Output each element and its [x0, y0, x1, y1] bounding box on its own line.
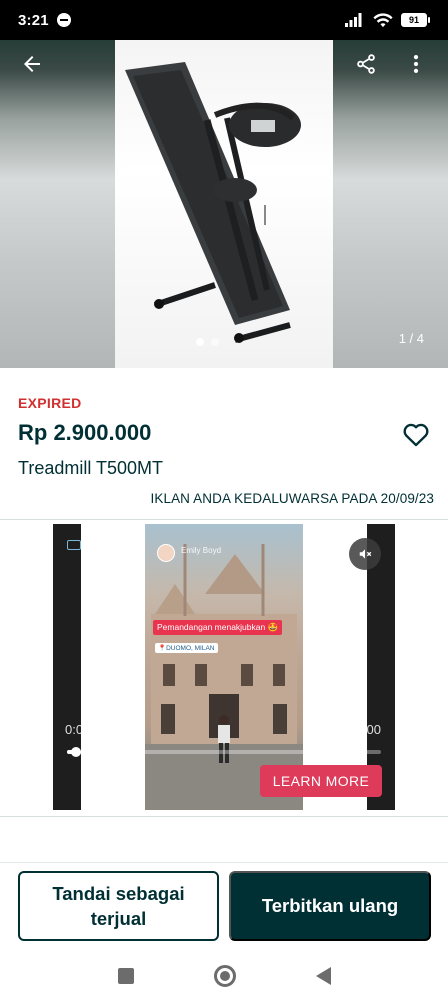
product-image-carousel[interactable]: 1 / 4	[0, 0, 448, 368]
bottom-action-bar: Tandai sebagai terjual Terbitkan ulang	[0, 862, 448, 952]
status-time: 3:21	[18, 11, 49, 29]
ad-caption: Pemandangan menakjubkan 🤩	[153, 620, 283, 635]
image-counter: 1 / 4	[398, 331, 424, 346]
product-photo	[115, 40, 333, 368]
carousel-dots	[196, 338, 219, 346]
avatar	[157, 544, 175, 562]
listing-info: EXPIRED Rp 2.900.000 Treadmill T500MT IK…	[0, 368, 448, 520]
listing-title: Treadmill T500MT	[18, 458, 164, 478]
more-vertical-icon[interactable]	[398, 46, 434, 82]
ad-account-name: Emily Boyd	[181, 546, 222, 555]
status-badge: EXPIRED	[18, 395, 82, 411]
system-nav-bar	[0, 952, 448, 1000]
carousel-dot[interactable]	[196, 338, 204, 346]
status-bar: 3:21 91	[0, 0, 448, 40]
heart-icon[interactable]	[398, 416, 434, 452]
signal-icon	[345, 13, 362, 27]
share-icon[interactable]	[348, 46, 384, 82]
treadmill-illustration	[125, 62, 301, 343]
video-current-time: 0:03	[65, 722, 91, 737]
video-progress-bar[interactable]	[67, 750, 381, 754]
mute-icon[interactable]	[349, 538, 381, 570]
carousel-dot[interactable]	[211, 338, 219, 346]
back-arrow-icon[interactable]	[14, 46, 50, 82]
ad-info-icon[interactable]	[67, 540, 81, 550]
home-icon[interactable]	[213, 965, 236, 987]
video-duration: 2:00	[355, 722, 381, 737]
ad-video[interactable]: Emily Boyd Pemandangan menakjubkan 🤩 📍DU…	[53, 524, 395, 810]
ad-location-tag: 📍DUOMO, MILAN	[155, 643, 218, 653]
divider	[0, 816, 448, 817]
listing-price: Rp 2.900.000	[18, 420, 152, 445]
divider	[0, 519, 448, 520]
screen: 1 / 4 3:21 91 EXPIRED Rp 2.900.000 Tread…	[0, 0, 448, 1000]
hero-toolbar	[0, 40, 448, 88]
battery-level: 91	[401, 13, 427, 27]
battery-icon: 91	[401, 13, 430, 27]
wifi-icon	[373, 12, 393, 27]
recents-icon[interactable]	[117, 968, 134, 984]
back-triangle-icon[interactable]	[315, 967, 331, 985]
expiry-note: IKLAN ANDA KEDALUWARSA PADA 20/09/23	[150, 491, 434, 506]
mark-sold-button[interactable]: Tandai sebagai terjual	[18, 871, 219, 941]
do-not-disturb-icon	[56, 13, 71, 27]
video-scrub-handle[interactable]	[71, 747, 82, 757]
learn-more-button[interactable]: LEARN MORE	[260, 765, 382, 797]
republish-button[interactable]: Terbitkan ulang	[229, 871, 431, 941]
